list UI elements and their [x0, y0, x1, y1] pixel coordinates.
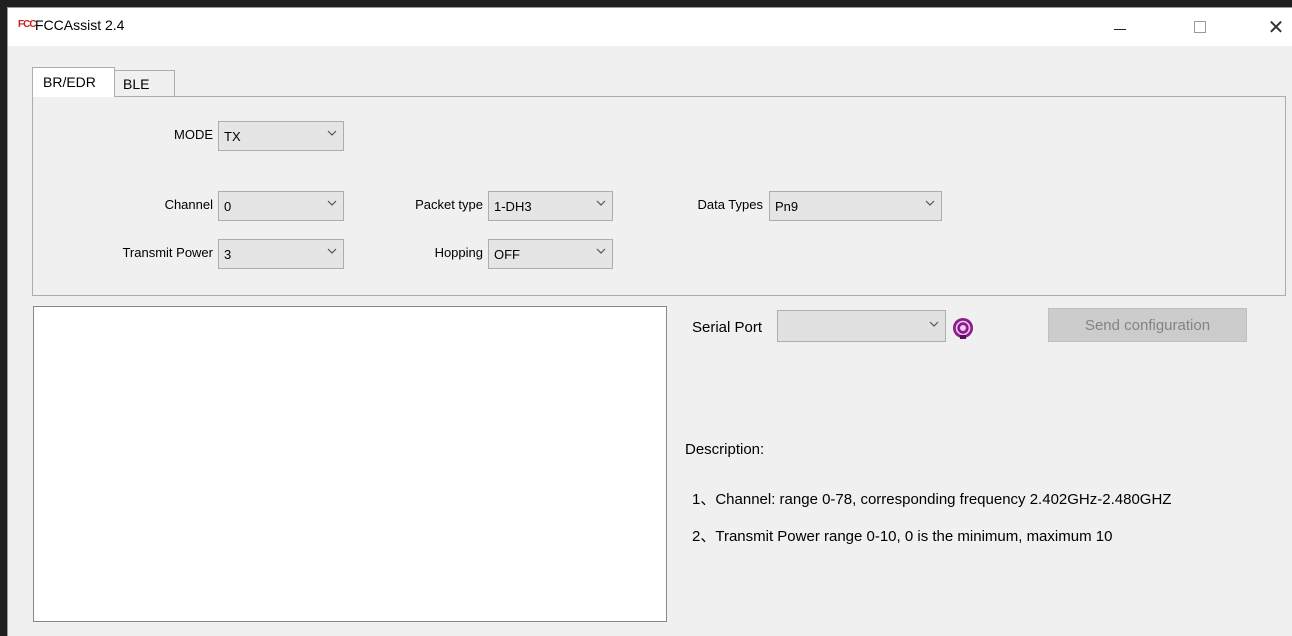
description-line-2: 2、Transmit Power range 0-10, 0 is the mi…: [692, 528, 1113, 545]
tab-br-edr[interactable]: BR/EDR: [32, 67, 115, 97]
hopping-label: Hopping: [434, 245, 483, 260]
data-types-select[interactable]: Pn9: [769, 191, 942, 221]
close-icon: ✕: [1267, 15, 1285, 39]
serial-status-icon[interactable]: [952, 317, 974, 339]
app-window: FCC FCCAssist 2.4 ✕ BR/EDR BLE MODE TX C…: [7, 7, 1292, 636]
channel-label: Channel: [164, 197, 213, 212]
chevron-down-icon: [925, 199, 935, 207]
chevron-down-icon: [327, 129, 337, 137]
packet-type-label: Packet type: [415, 197, 483, 212]
close-button[interactable]: ✕: [1253, 8, 1292, 46]
mode-value: TX: [224, 129, 241, 144]
tab-ble[interactable]: BLE: [115, 70, 175, 97]
log-output[interactable]: [33, 306, 667, 622]
hopping-select[interactable]: OFF: [488, 239, 613, 269]
description-line-1: 1、Channel: range 0-78, corresponding fre…: [692, 491, 1172, 508]
title-bar[interactable]: FCC FCCAssist 2.4 ✕: [8, 8, 1292, 46]
chevron-down-icon: [929, 320, 939, 328]
minimize-button[interactable]: [1097, 8, 1143, 46]
data-types-value: Pn9: [775, 199, 799, 214]
hopping-value: OFF: [494, 247, 520, 262]
chevron-down-icon: [596, 199, 606, 207]
description-heading: Description:: [685, 441, 765, 458]
chevron-down-icon: [327, 199, 337, 207]
minimize-icon: [1114, 28, 1126, 30]
window-title: FCCAssist 2.4: [35, 17, 125, 33]
packet-type-value: 1-DH3: [494, 199, 532, 214]
channel-select[interactable]: 0: [218, 191, 344, 221]
packet-type-select[interactable]: 1-DH3: [488, 191, 613, 221]
data-types-label: Data Types: [697, 197, 763, 212]
maximize-icon: [1194, 21, 1206, 33]
transmit-power-select[interactable]: 3: [218, 239, 344, 269]
serial-port-label: Serial Port: [692, 319, 763, 336]
send-configuration-button[interactable]: Send configuration: [1048, 308, 1247, 342]
config-panel: MODE TX Channel 0 Transmit Power 3 Packe…: [32, 96, 1286, 296]
channel-value: 0: [224, 199, 232, 214]
serial-port-select[interactable]: [777, 310, 946, 342]
chevron-down-icon: [327, 247, 337, 255]
chevron-down-icon: [596, 247, 606, 255]
transmit-power-value: 3: [224, 247, 232, 262]
mode-label: MODE: [174, 127, 213, 142]
app-logo-icon: FCC: [18, 19, 37, 30]
mode-select[interactable]: TX: [218, 121, 344, 151]
maximize-button[interactable]: [1177, 8, 1223, 46]
transmit-power-label: Transmit Power: [122, 245, 213, 260]
